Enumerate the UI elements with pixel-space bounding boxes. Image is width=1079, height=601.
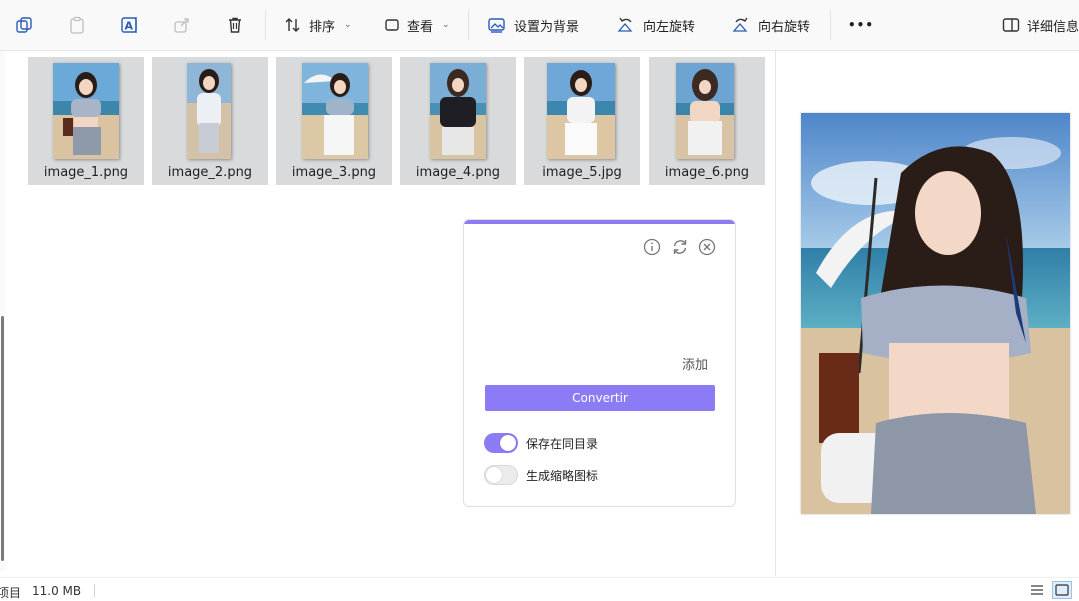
scrollbar-thumb[interactable] bbox=[1, 316, 4, 561]
file-thumbnail bbox=[53, 63, 119, 159]
share-icon bbox=[174, 18, 189, 33]
command-bar: A 排序 ⌄ 查看 ⌄ 设置为背景 向左旋转 向右旋转 ••• 详细信息 bbox=[0, 0, 1079, 51]
grid-view-button[interactable] bbox=[1052, 581, 1072, 599]
file-name: image_4.png bbox=[415, 165, 501, 180]
view-icon bbox=[385, 19, 399, 31]
sort-button[interactable]: 排序 ⌄ bbox=[284, 9, 352, 41]
file-name: image_3.png bbox=[291, 165, 377, 180]
details-pane-button[interactable]: 详细信息 bbox=[1002, 9, 1079, 41]
thumbnail-toggle[interactable] bbox=[484, 465, 518, 485]
same-folder-toggle[interactable] bbox=[484, 433, 518, 453]
file-name: image_2.png bbox=[167, 165, 253, 180]
file-tile[interactable]: image_2.png bbox=[152, 57, 268, 185]
image-preview bbox=[801, 113, 1070, 514]
rotate-right-icon bbox=[732, 17, 748, 32]
trash-icon bbox=[229, 17, 241, 33]
file-thumbnail bbox=[430, 63, 486, 159]
view-label: 查看 bbox=[407, 19, 434, 35]
selection-size: 11.0 MB bbox=[32, 584, 82, 598]
rotate-left-icon bbox=[617, 17, 633, 32]
set-background-button[interactable]: 设置为背景 bbox=[487, 9, 579, 41]
toolbar-separator bbox=[830, 10, 831, 40]
chevron-down-icon: ⌄ bbox=[442, 20, 450, 30]
close-icon bbox=[698, 238, 716, 256]
list-view-button[interactable] bbox=[1027, 581, 1047, 599]
rotate-right-button[interactable]: 向右旋转 bbox=[731, 9, 810, 41]
wallpaper-icon bbox=[488, 18, 505, 33]
item-count-label: 项目 bbox=[0, 586, 22, 600]
grid-view-icon bbox=[1055, 584, 1069, 596]
file-tile[interactable]: image_3.png bbox=[276, 57, 392, 185]
file-thumbnail bbox=[187, 63, 231, 159]
add-files-link[interactable]: 添加 bbox=[682, 354, 708, 373]
panel-accent-bar bbox=[464, 220, 735, 224]
details-label: 详细信息 bbox=[1027, 19, 1079, 35]
info-button[interactable] bbox=[643, 238, 661, 256]
view-button[interactable]: 查看 ⌄ bbox=[384, 9, 450, 41]
file-name: image_5.jpg bbox=[542, 165, 622, 180]
set-background-label: 设置为背景 bbox=[514, 19, 580, 35]
copy-button[interactable] bbox=[15, 9, 33, 41]
refresh-button[interactable] bbox=[671, 238, 689, 256]
sort-icon bbox=[285, 18, 300, 32]
converter-panel: 添加 Convertir 保存在同目录 生成缩略图标 bbox=[463, 219, 736, 507]
same-folder-label: 保存在同目录 bbox=[526, 437, 599, 451]
file-tile[interactable]: image_5.jpg bbox=[524, 57, 640, 185]
preview-divider bbox=[775, 51, 776, 576]
info-icon bbox=[643, 238, 661, 256]
svg-text:A: A bbox=[125, 20, 134, 33]
file-name: image_1.png bbox=[43, 165, 129, 180]
toolbar-separator bbox=[468, 10, 469, 40]
details-pane-icon bbox=[1002, 18, 1020, 32]
toggle-knob bbox=[500, 435, 516, 451]
paste-button[interactable] bbox=[68, 9, 86, 41]
close-button[interactable] bbox=[698, 238, 716, 256]
chevron-down-icon: ⌄ bbox=[344, 20, 352, 30]
rotate-left-button[interactable]: 向左旋转 bbox=[616, 9, 695, 41]
copy-icon bbox=[16, 17, 32, 33]
rotate-right-label: 向右旋转 bbox=[758, 19, 811, 35]
delete-button[interactable] bbox=[226, 9, 244, 41]
status-separator bbox=[94, 584, 95, 597]
list-view-icon bbox=[1031, 585, 1043, 595]
status-bar: 项目 11.0 MB bbox=[0, 577, 1079, 601]
sort-label: 排序 bbox=[309, 19, 336, 35]
share-button[interactable] bbox=[173, 9, 191, 41]
file-tile[interactable]: image_6.png bbox=[649, 57, 765, 185]
file-thumbnail bbox=[547, 63, 615, 159]
toolbar-separator bbox=[265, 10, 266, 40]
rename-button[interactable]: A bbox=[120, 9, 140, 41]
more-icon: ••• bbox=[848, 18, 875, 32]
more-options-button[interactable]: ••• bbox=[848, 9, 874, 41]
file-tile[interactable]: image_4.png bbox=[400, 57, 516, 185]
file-name: image_6.png bbox=[664, 165, 750, 180]
paste-icon bbox=[70, 16, 84, 34]
thumbnail-label: 生成缩略图标 bbox=[526, 469, 599, 483]
file-tile[interactable]: image_1.png bbox=[28, 57, 144, 185]
rename-icon: A bbox=[121, 17, 137, 33]
convert-button[interactable]: Convertir bbox=[485, 385, 715, 411]
toggle-knob bbox=[486, 467, 502, 483]
file-thumbnail bbox=[676, 63, 734, 159]
rotate-left-label: 向左旋转 bbox=[643, 19, 696, 35]
file-thumbnail bbox=[302, 63, 368, 159]
refresh-icon bbox=[673, 240, 687, 254]
